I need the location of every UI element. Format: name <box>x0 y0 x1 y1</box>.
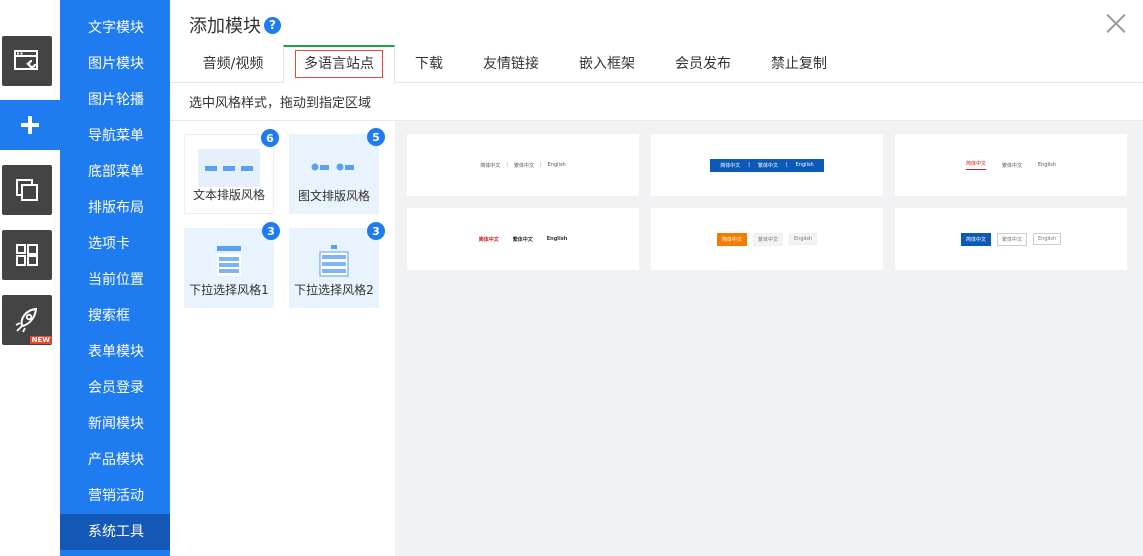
style-card-label: 下拉选择风格2 <box>294 283 374 297</box>
style-preview-area: 简体中文 | 繁体中文 | English 简体中文 | 繁体中文 | Engl… <box>395 121 1143 556</box>
tab-member-publish[interactable]: 会员发布 <box>665 45 741 83</box>
lang-traditional: 繁体中文 <box>996 232 1027 246</box>
category-breadcrumb[interactable]: 当前位置 <box>60 262 170 298</box>
rocket-icon <box>15 307 38 333</box>
language-bar: 简体中文 | 繁体中文 | English <box>710 158 824 172</box>
category-marketing[interactable]: 营销活动 <box>60 478 170 514</box>
category-image-module[interactable]: 图片模块 <box>60 46 170 82</box>
tab-disable-copy[interactable]: 禁止复制 <box>761 45 837 83</box>
lang-english: English <box>795 162 814 168</box>
style-count-badge: 3 <box>367 222 385 240</box>
copy-pages-icon <box>16 179 38 201</box>
style-card-dropdown-1[interactable]: 下拉选择风格1 3 <box>184 222 280 308</box>
dialog-title: 添加模块 ? <box>189 12 281 38</box>
grid-icon <box>16 244 38 266</box>
style-picker: 文本排版风格 6 图文排版风格 5 下拉选择风格1 3 下拉选择风格2 3 <box>170 121 395 556</box>
add-module-button[interactable] <box>0 100 60 150</box>
tab-iframe[interactable]: 嵌入框架 <box>569 45 645 83</box>
lang-simplified: 简体中文 <box>480 162 501 169</box>
style-card-label: 下拉选择风格1 <box>189 283 269 297</box>
window-wrench-icon <box>14 50 38 70</box>
lang-simplified: 简体中文 <box>720 162 741 169</box>
language-chips: 简体中文 繁体中文 English <box>716 232 818 246</box>
dialog-title-text: 添加模块 <box>189 16 261 37</box>
style-count-badge: 6 <box>261 129 279 147</box>
category-member-login[interactable]: 会员登录 <box>60 370 170 406</box>
style-card-label: 文本排版风格 <box>192 188 265 202</box>
layout-button[interactable] <box>2 230 52 280</box>
style-card-dropdown-2[interactable]: 下拉选择风格2 3 <box>289 222 385 308</box>
dropdown-2-thumbnail <box>319 245 349 277</box>
style-count-badge: 5 <box>367 128 385 146</box>
lang-english: English <box>788 233 818 245</box>
help-icon[interactable]: ? <box>264 16 281 34</box>
lang-separator: | <box>539 162 542 168</box>
language-links: 简体中文 繁体中文 English <box>479 236 568 243</box>
lang-separator: | <box>748 162 750 168</box>
category-product-module[interactable]: 产品模块 <box>60 442 170 478</box>
category-image-carousel[interactable]: 图片轮播 <box>60 82 170 118</box>
lang-separator: | <box>506 162 508 168</box>
preview-style-5[interactable]: 简体中文 繁体中文 English <box>651 208 883 270</box>
lang-separator: | <box>785 162 788 168</box>
lang-traditional: 繁体中文 <box>513 162 534 169</box>
pages-button[interactable] <box>2 165 52 215</box>
lang-simplified: 简体中文 <box>478 236 499 243</box>
tab-audio-video[interactable]: 音频/视频 <box>188 45 278 83</box>
preview-style-2[interactable]: 简体中文 | 繁体中文 | English <box>651 134 883 196</box>
preview-style-3[interactable]: 简体中文 繁体中文 English <box>895 134 1127 196</box>
language-links: 简体中文 繁体中文 English <box>965 160 1057 170</box>
module-category-list: 文字模块 图片模块 图片轮播 导航菜单 底部菜单 排版布局 选项卡 当前位置 搜… <box>60 0 170 556</box>
instruction-text: 选中风格样式，拖动到指定区域 <box>189 96 372 111</box>
category-news-module[interactable]: 新闻模块 <box>60 406 170 442</box>
lang-english: English <box>547 162 566 168</box>
category-footer-menu[interactable]: 底部菜单 <box>60 154 170 190</box>
page-settings-button[interactable] <box>2 36 52 86</box>
lang-traditional: 繁体中文 <box>512 236 533 243</box>
style-count-badge: 3 <box>262 222 280 240</box>
category-form-module[interactable]: 表单模块 <box>60 334 170 370</box>
close-icon[interactable] <box>1105 12 1127 34</box>
category-tabs[interactable]: 选项卡 <box>60 226 170 262</box>
style-card-image-text-layout[interactable]: 图文排版风格 5 <box>289 128 385 214</box>
tab-friend-links[interactable]: 友情链接 <box>473 45 549 83</box>
tab-multilingual[interactable]: 多语言站点 <box>283 45 395 84</box>
lang-simplified: 简体中文 <box>716 232 747 246</box>
category-text-module[interactable]: 文字模块 <box>60 10 170 46</box>
language-chips: 简体中文 繁体中文 English <box>960 232 1062 246</box>
lang-simplified: 简体中文 <box>960 232 991 246</box>
tool-strip: NEW <box>0 0 60 556</box>
add-module-dialog: 添加模块 ? 音频/视频 多语言站点 下载 友情链接 嵌入框架 会员发布 禁止复… <box>170 0 1143 556</box>
lang-simplified: 简体中文 <box>965 160 986 170</box>
category-layout[interactable]: 排版布局 <box>60 190 170 226</box>
lang-traditional: 繁体中文 <box>752 232 783 246</box>
tab-download[interactable]: 下载 <box>402 45 456 83</box>
language-links: 简体中文 | 繁体中文 | English <box>480 162 565 169</box>
style-card-text-layout[interactable]: 文本排版风格 6 <box>184 129 279 214</box>
launch-button[interactable]: NEW <box>2 295 52 345</box>
plus-icon <box>21 116 39 134</box>
tab-multilingual-label: 多语言站点 <box>295 50 383 78</box>
preview-style-4[interactable]: 简体中文 繁体中文 English <box>407 208 639 270</box>
lang-english: English <box>546 236 568 242</box>
category-system-tools[interactable]: 系统工具 <box>60 514 170 550</box>
preview-style-1[interactable]: 简体中文 | 繁体中文 | English <box>407 134 639 196</box>
new-badge: NEW <box>29 336 52 344</box>
preview-style-6[interactable]: 简体中文 繁体中文 English <box>895 208 1127 270</box>
lang-traditional: 繁体中文 <box>757 162 778 169</box>
lang-traditional: 繁体中文 <box>1001 162 1022 169</box>
module-tabs: 音频/视频 多语言站点 下载 友情链接 嵌入框架 会员发布 禁止复制 <box>170 45 1143 84</box>
category-nav-menu[interactable]: 导航菜单 <box>60 118 170 154</box>
style-card-label: 图文排版风格 <box>297 189 370 203</box>
text-layout-thumbnail <box>198 149 260 187</box>
lang-english: English <box>1037 162 1057 168</box>
lang-english: English <box>1032 233 1062 245</box>
dropdown-1-thumbnail <box>217 246 241 276</box>
image-text-layout-thumbnail <box>311 163 354 171</box>
category-search-box[interactable]: 搜索框 <box>60 298 170 334</box>
